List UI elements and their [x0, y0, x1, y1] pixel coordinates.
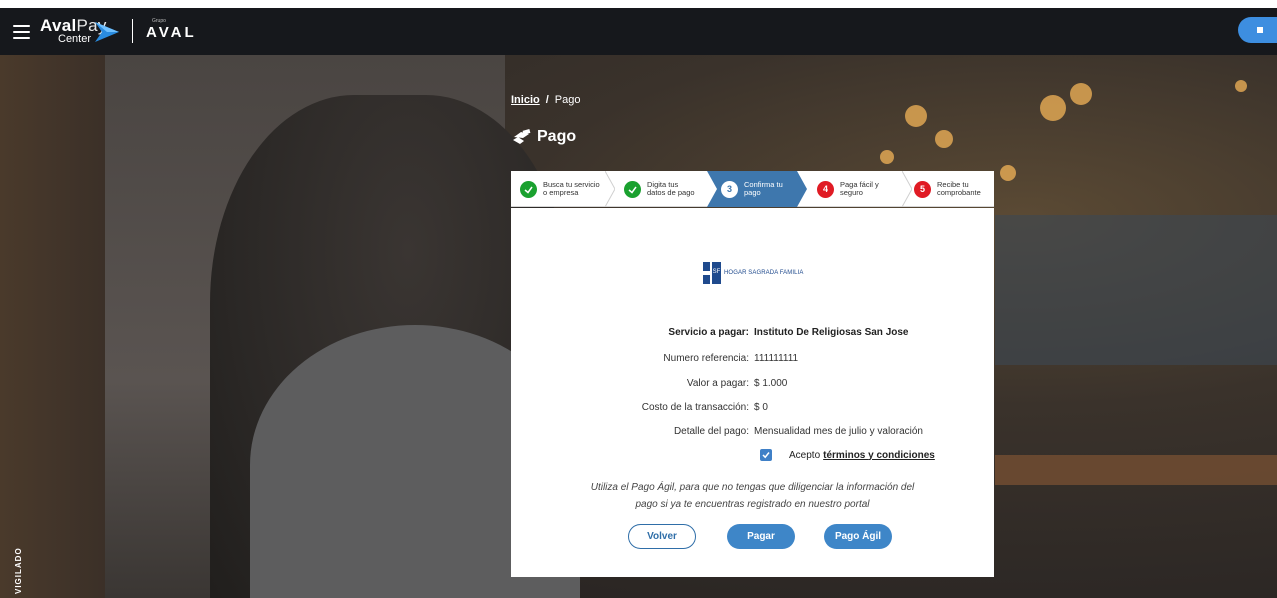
user-menu-button[interactable] — [1238, 17, 1277, 43]
service-label: Servicio a pagar: — [668, 327, 749, 338]
step-label: seguro — [840, 188, 863, 197]
cost-row: Costo de la transacción: $ 0 — [511, 402, 994, 416]
step-label: pago — [744, 188, 761, 197]
merchant-name: HOGAR SAGRADA FAMILIA — [724, 270, 804, 276]
checkmark-icon — [762, 452, 770, 459]
terms-row: Acepto términos y condiciones — [760, 449, 935, 461]
step-2: Digita tus datos de pago — [624, 171, 695, 207]
payment-confirmation-card: SF HOGAR SAGRADA FAMILIA Servicio a paga… — [511, 208, 994, 577]
step-label: comprobante — [937, 188, 981, 197]
page-title: Pago — [512, 128, 576, 146]
step-5: 5 Recibe tu comprobante — [914, 171, 981, 207]
check-icon — [520, 180, 537, 198]
back-button[interactable]: Volver — [628, 524, 696, 549]
reference-value: 111111111 — [754, 353, 799, 364]
vigilado-badge: VIGILADO — [14, 478, 28, 594]
quick-pay-hint: Utiliza el Pago Ágil, para que no tengas… — [590, 482, 915, 510]
pay-button[interactable]: Pagar — [727, 524, 795, 549]
reference-row: Numero referencia: 111111111 — [511, 353, 994, 367]
top-strip — [0, 0, 1277, 8]
page-title-text: Pago — [537, 128, 577, 145]
step-number: 5 — [914, 180, 931, 198]
reference-label: Numero referencia: — [663, 353, 749, 364]
step-1: Busca tu servicio o empresa — [520, 171, 600, 207]
amount-value: $ 1.000 — [754, 378, 788, 389]
terms-link[interactable]: términos y condiciones — [823, 450, 935, 461]
top-navbar: AvalPay Center Grupo AVAL — [0, 0, 1277, 55]
breadcrumb: Inicio / Pago — [511, 94, 581, 106]
check-icon — [624, 180, 641, 198]
step-divider — [902, 171, 912, 207]
step-number: 4 — [817, 180, 834, 198]
step-3: 3 Confirma tu pago — [721, 171, 783, 207]
step-4: 4 Paga fácil y seguro — [817, 171, 879, 207]
terms-checkbox[interactable] — [760, 449, 772, 461]
payment-hand-icon — [513, 129, 531, 144]
detail-value: Mensualidad mes de julio y valoración — [754, 426, 923, 437]
terms-prefix: Acepto — [789, 449, 821, 461]
merchant-logo: SF HOGAR SAGRADA FAMILIA — [703, 262, 803, 284]
merchant-logo-icon: SF — [703, 262, 721, 284]
avalpay-arrow-icon — [95, 22, 119, 42]
step-number: 3 — [721, 180, 738, 198]
detail-label: Detalle del pago: — [673, 426, 749, 437]
breadcrumb-home[interactable]: Inicio — [511, 94, 540, 106]
amount-row: Valor a pagar: $ 1.000 — [511, 378, 994, 392]
grupo-aval-logo: Grupo AVAL — [146, 18, 197, 42]
header-divider — [132, 19, 133, 43]
amount-label: Valor a pagar: — [686, 378, 749, 389]
payment-steps: Busca tu servicio o empresa Digita tus dat… — [511, 171, 994, 207]
menu-icon[interactable] — [13, 25, 30, 39]
quick-pay-button[interactable]: Pago Ágil — [824, 524, 892, 549]
vigilado-text: VIGILADO — [14, 547, 23, 594]
step-divider — [605, 171, 615, 207]
group-big: AVAL — [146, 24, 197, 41]
cost-label: Costo de la transacción: — [641, 402, 749, 413]
breadcrumb-separator: / — [545, 94, 549, 106]
merchant-logo-text: SF — [713, 269, 721, 275]
detail-row: Detalle del pago: Mensualidad mes de jul… — [511, 426, 994, 440]
breadcrumb-current: Pago — [554, 94, 581, 106]
user-icon — [1257, 27, 1263, 33]
cost-value: $ 0 — [754, 402, 768, 413]
step-label: o empresa — [543, 188, 579, 197]
service-row: Servicio a pagar: Instituto De Religiosa… — [511, 327, 994, 341]
service-value: Instituto De Religiosas San Jose — [754, 327, 909, 338]
step-label: datos de pago — [647, 188, 695, 197]
